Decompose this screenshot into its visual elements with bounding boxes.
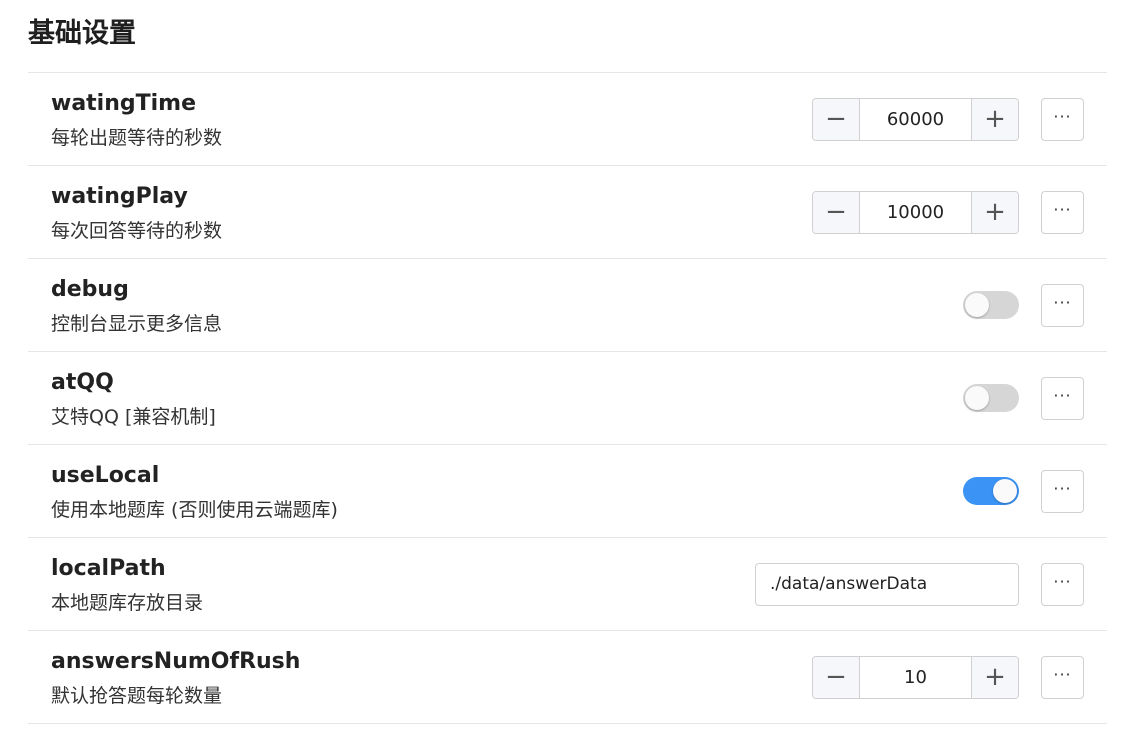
more-options-button[interactable]: ··· xyxy=(1041,376,1084,420)
number-stepper: − 10000 + xyxy=(812,166,1019,258)
setting-row-useLocal: useLocal 使用本地题库 (否则使用云端题库) ··· xyxy=(28,445,1107,538)
decrement-button[interactable]: − xyxy=(813,656,860,698)
toggle-knob xyxy=(993,479,1017,503)
toggle-switch[interactable] xyxy=(963,384,1019,412)
more-wrap: ··· xyxy=(1041,352,1084,444)
setting-name: useLocal xyxy=(51,463,160,488)
setting-description: 使用本地题库 (否则使用云端题库) xyxy=(51,499,338,521)
setting-row-watingTime: watingTime 每轮出题等待的秒数 − 60000 + ··· xyxy=(28,73,1107,166)
setting-name: localPath xyxy=(51,556,166,581)
stepper-box: − 10000 + xyxy=(812,190,1019,234)
local-path-input[interactable] xyxy=(755,562,1019,606)
stepper-value-input[interactable]: 60000 xyxy=(860,98,971,140)
more-wrap: ··· xyxy=(1041,445,1084,537)
toggle-knob xyxy=(965,293,989,317)
more-options-button[interactable]: ··· xyxy=(1041,97,1084,141)
number-stepper: − 10 + xyxy=(812,631,1019,723)
setting-row-debug: debug 控制台显示更多信息 ··· xyxy=(28,259,1107,352)
setting-name: debug xyxy=(51,277,129,302)
stepper-value-input[interactable]: 10 xyxy=(860,656,971,698)
more-options-button[interactable]: ··· xyxy=(1041,655,1084,699)
setting-description: 控制台显示更多信息 xyxy=(51,313,223,335)
more-wrap: ··· xyxy=(1041,73,1084,165)
more-wrap: ··· xyxy=(1041,631,1084,723)
setting-name: atQQ xyxy=(51,370,114,395)
text-wrap xyxy=(755,538,1019,630)
more-wrap: ··· xyxy=(1041,259,1084,351)
toggle-switch[interactable] xyxy=(963,291,1019,319)
stepper-box: − 60000 + xyxy=(812,97,1019,141)
settings-page: 基础设置 watingTime 每轮出题等待的秒数 − 60000 + ··· … xyxy=(0,0,1131,740)
more-wrap: ··· xyxy=(1041,166,1084,258)
increment-button[interactable]: + xyxy=(971,191,1018,233)
more-options-button[interactable]: ··· xyxy=(1041,190,1084,234)
setting-name: watingTime xyxy=(51,91,197,116)
number-stepper: − 60000 + xyxy=(812,73,1019,165)
section-title: 基础设置 xyxy=(28,18,136,49)
setting-description: 每次回答等待的秒数 xyxy=(51,220,223,242)
toggle-wrap xyxy=(963,352,1019,444)
setting-row-localPath: localPath 本地题库存放目录 ··· xyxy=(28,538,1107,631)
decrement-button[interactable]: − xyxy=(813,98,860,140)
toggle-switch[interactable] xyxy=(963,477,1019,505)
increment-button[interactable]: + xyxy=(971,98,1018,140)
setting-row-watingPlay: watingPlay 每次回答等待的秒数 − 10000 + ··· xyxy=(28,166,1107,259)
increment-button[interactable]: + xyxy=(971,656,1018,698)
setting-name: watingPlay xyxy=(51,184,188,209)
settings-list: watingTime 每轮出题等待的秒数 − 60000 + ··· watin… xyxy=(28,72,1107,724)
more-wrap: ··· xyxy=(1041,538,1084,630)
toggle-wrap xyxy=(963,259,1019,351)
more-options-button[interactable]: ··· xyxy=(1041,562,1084,606)
setting-row-answersNumOfRush: answersNumOfRush 默认抢答题每轮数量 − 10 + ··· xyxy=(28,631,1107,724)
setting-description: 每轮出题等待的秒数 xyxy=(51,127,223,149)
decrement-button[interactable]: − xyxy=(813,191,860,233)
setting-row-atQQ: atQQ 艾特QQ [兼容机制] ··· xyxy=(28,352,1107,445)
more-options-button[interactable]: ··· xyxy=(1041,283,1084,327)
setting-description: 默认抢答题每轮数量 xyxy=(51,685,223,707)
setting-description: 本地题库存放目录 xyxy=(51,592,204,614)
stepper-value-input[interactable]: 10000 xyxy=(860,191,971,233)
more-options-button[interactable]: ··· xyxy=(1041,469,1084,513)
stepper-box: − 10 + xyxy=(812,655,1019,699)
toggle-wrap xyxy=(963,445,1019,537)
setting-name: answersNumOfRush xyxy=(51,649,301,674)
toggle-knob xyxy=(965,386,989,410)
setting-description: 艾特QQ [兼容机制] xyxy=(51,406,216,428)
